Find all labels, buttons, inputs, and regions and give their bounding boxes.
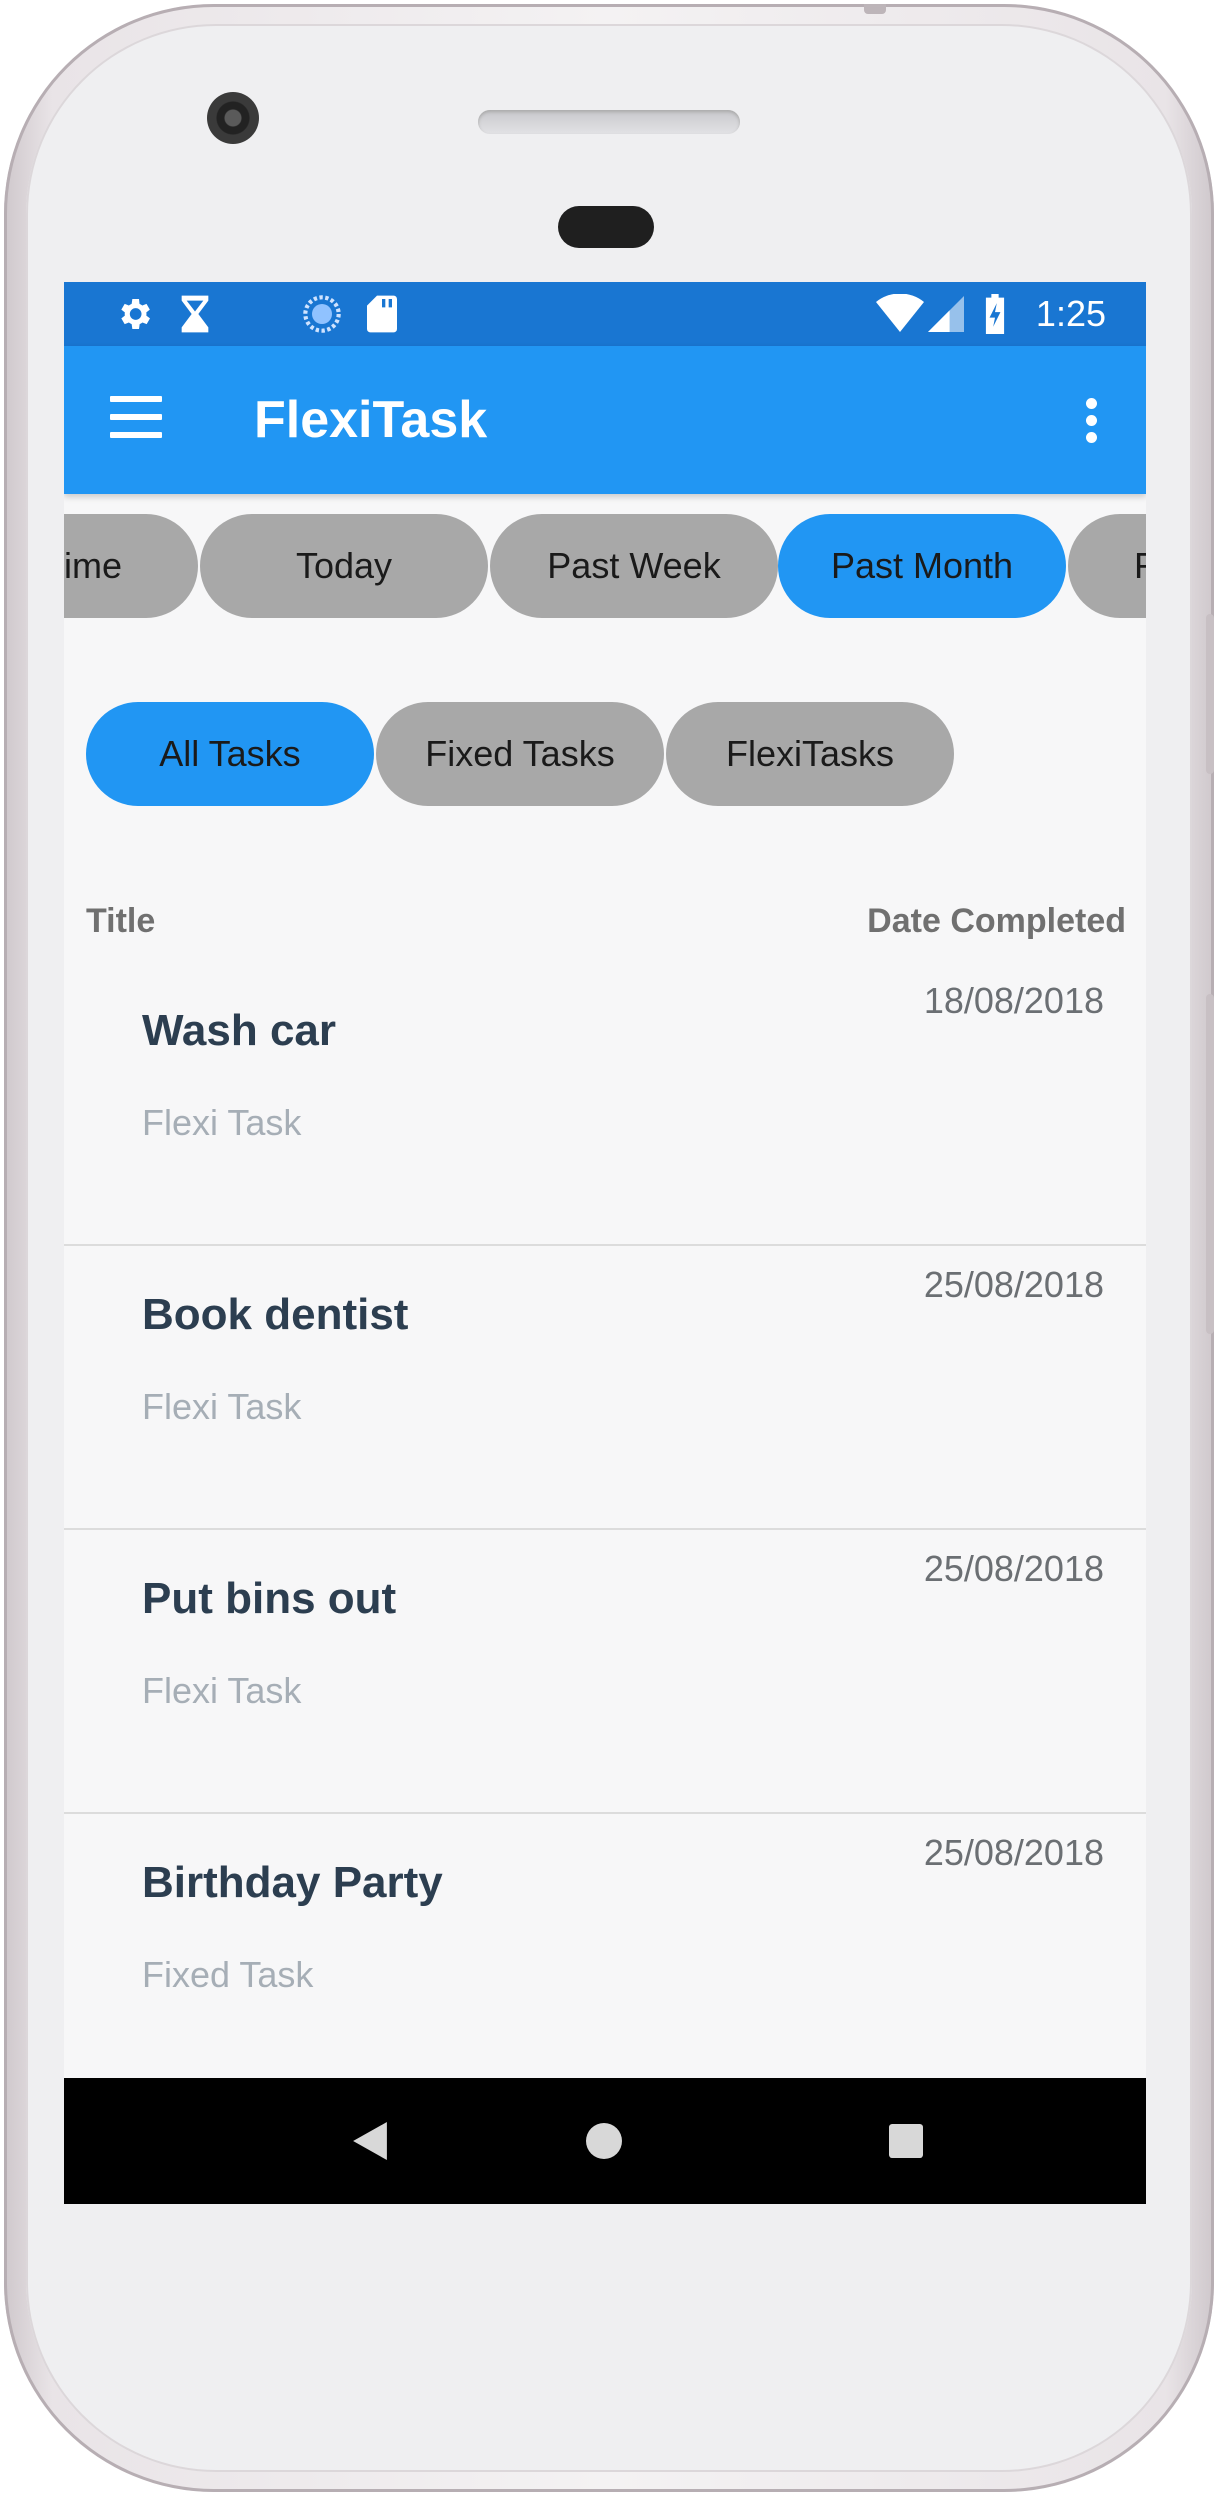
earpiece [558,206,654,248]
tab-label: Today [295,545,393,586]
screen: 1:25 FlexiTask ime Today Past Week Past … [64,282,1146,2204]
task-type: Flexi Task [142,1670,302,1711]
hourglass-icon [178,292,212,336]
task-date: 25/08/2018 [923,1832,1104,1873]
status-time: 1:25 [1035,293,1106,334]
task-type-filter: All Tasks Fixed Tasks FlexiTasks [64,702,1146,808]
filter-fixed-tasks[interactable]: Fixed Tasks [376,702,664,806]
home-icon[interactable] [544,2078,664,2204]
tab-future[interactable]: F [1068,514,1146,618]
battery-charging-icon [984,292,1006,336]
column-header-title: Title [86,902,156,940]
filter-flexitasks[interactable]: FlexiTasks [666,702,954,806]
system-nav-bar [64,2078,1146,2204]
period-tabs: ime Today Past Week Past Month F [64,514,1146,620]
task-type: Fixed Task [142,1954,314,1995]
tab-past-week[interactable]: Past Week [490,514,778,618]
task-date: 25/08/2018 [923,1548,1104,1589]
task-list: Wash car Flexi Task 18/08/2018 Book dent… [64,962,1146,2098]
task-type: Flexi Task [142,1386,302,1427]
volume-button [1206,614,1214,774]
tab-label: Past Week [547,545,721,586]
more-vert-icon[interactable] [1084,398,1098,446]
task-row[interactable]: Book dentist Flexi Task 25/08/2018 [64,1246,1146,1530]
front-camera [207,92,259,144]
tab-label: F [1134,545,1146,586]
filter-label: Fixed Tasks [425,733,615,774]
status-bar: 1:25 [64,282,1146,346]
column-header-date: Date Completed [867,902,1126,940]
power-button [1206,994,1214,1334]
task-row[interactable]: Put bins out Flexi Task 25/08/2018 [64,1530,1146,1814]
filter-label: FlexiTasks [725,733,895,774]
app-title: FlexiTask [254,391,488,449]
wifi-icon [876,292,924,336]
hamburger-menu-icon[interactable] [110,396,162,444]
phone-top-edge [864,4,886,14]
tab-today[interactable]: Today [200,514,488,618]
task-date: 25/08/2018 [923,1264,1104,1305]
app-bar: FlexiTask [64,346,1146,494]
task-date: 18/08/2018 [923,980,1104,1021]
speaker-grille [478,110,740,134]
signal-icon [928,292,964,336]
tab-label: Past Month [830,545,1014,586]
filter-all-tasks[interactable]: All Tasks [86,702,374,806]
task-title: Put bins out [142,1574,397,1623]
task-title: Birthday Party [142,1858,443,1907]
task-row[interactable]: Wash car Flexi Task 18/08/2018 [64,962,1146,1246]
sd-card-icon [366,292,398,336]
task-row[interactable]: Birthday Party Fixed Task 25/08/2018 [64,1814,1146,2098]
task-title: Wash car [142,1006,337,1055]
tab-label: ime [64,545,122,586]
recents-icon[interactable] [846,2078,966,2204]
task-title: Book dentist [142,1290,409,1339]
tab-past-month[interactable]: Past Month [778,514,1066,618]
gear-icon [114,292,154,336]
tab-all-time[interactable]: ime [64,514,198,618]
sync-icon [302,292,342,336]
back-icon[interactable] [310,2078,430,2204]
task-type: Flexi Task [142,1102,302,1143]
filter-label: All Tasks [159,733,301,774]
